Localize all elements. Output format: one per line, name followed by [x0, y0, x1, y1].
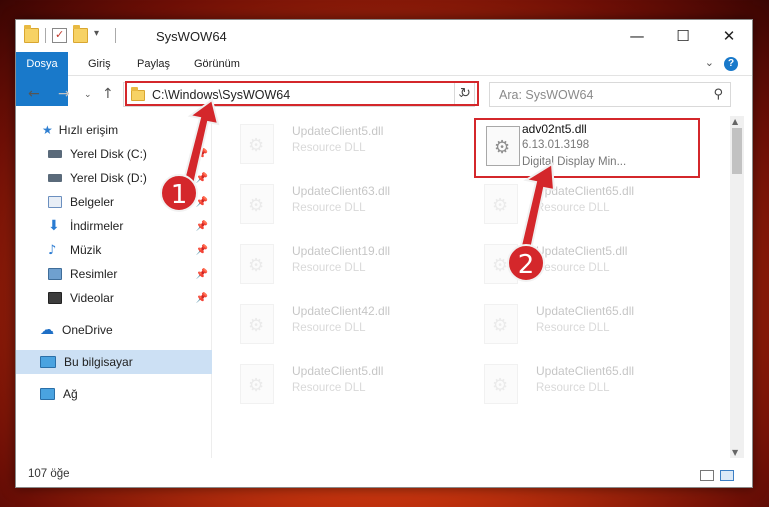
arrow-1-icon: [182, 98, 220, 186]
arrow-2-icon: [518, 162, 556, 256]
step-1-badge: 1: [160, 174, 198, 212]
step-2-badge: 2: [507, 244, 545, 282]
annotation-arrows: [182, 98, 556, 256]
